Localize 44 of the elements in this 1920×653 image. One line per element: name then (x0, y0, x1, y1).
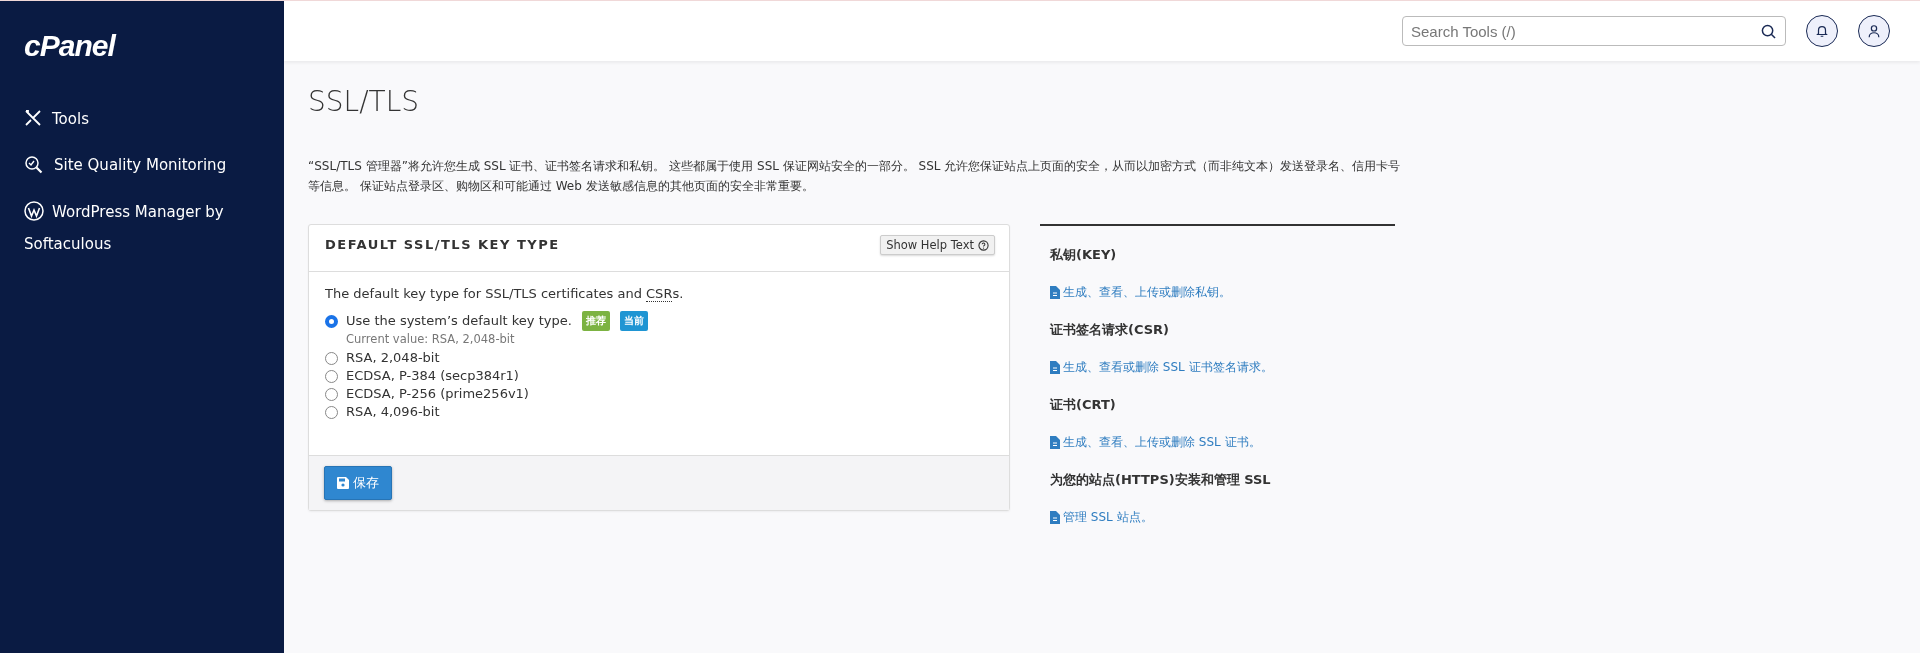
radio-button[interactable] (325, 351, 338, 365)
notification-button[interactable] (1806, 15, 1838, 47)
sidebar-item[interactable]: WordPress Manager by Softaculous (24, 195, 284, 260)
help-icon (978, 239, 989, 251)
document-icon (1050, 286, 1060, 299)
sidebar-item[interactable]: Tools (24, 103, 284, 135)
option-label: Use the system’s default key type. (346, 312, 572, 330)
document-icon (1050, 511, 1060, 524)
option-label: ECDSA, P-256 (prime256v1) (346, 385, 529, 403)
wordpress-icon (24, 201, 44, 221)
radio-button[interactable] (325, 405, 338, 419)
section-heading: 证书签名请求(CSR) (1050, 321, 1171, 339)
cpanel-logo[interactable]: cPanel (24, 29, 284, 63)
page-title: SSL/TLS (308, 85, 421, 118)
option-label: ECDSA, P-384 (secp384r1) (346, 367, 519, 385)
document-icon (1050, 436, 1060, 449)
save-button[interactable]: 保存 (324, 466, 392, 500)
tag: 推荐 (581, 311, 610, 331)
option-label: RSA, 4,096-bit (346, 403, 440, 421)
section-link[interactable]: 生成、查看、上传或删除 SSL 证书。 (1050, 434, 1385, 451)
document-icon (1050, 361, 1060, 374)
section-link[interactable]: 生成、查看、上传或删除私钥。 (1050, 284, 1385, 301)
radio-button[interactable] (325, 387, 338, 401)
show-help-button[interactable]: Show Help Text (880, 235, 995, 255)
magnifier-check-icon (24, 155, 44, 175)
radio-button[interactable] (325, 314, 338, 328)
section-heading: 证书(CRT) (1050, 396, 1117, 414)
intro-text: “SSL/TLS 管理器”将允许您生成 SSL 证书、证书签名请求和私钥。 这些都属于使用 SSL 保证网站安全的一部分。 SSL 允许您保证站点上页面的安全，从而以加密方式（而非纯文本）发送登录名、信用卡号等信息。 保证站点登录区、购物区和可能通过 Web 发送敏感信息的其他页面的安全非常重要。 (308, 158, 1402, 195)
user-button[interactable] (1858, 15, 1890, 47)
section-link[interactable]: 生成、查看或删除 SSL 证书签名请求。 (1050, 359, 1385, 376)
sidebar-item[interactable]: Site Quality Monitoring (24, 149, 284, 181)
current-value-note: Current value: RSA, 2,048-bit (346, 332, 516, 346)
section-heading: 私钥(KEY) (1050, 246, 1118, 264)
tag: 当前 (619, 311, 648, 331)
search-field[interactable]: Search Tools (/) (1402, 16, 1786, 46)
section-link[interactable]: 管理 SSL 站点。 (1050, 509, 1385, 526)
search-icon (1761, 24, 1776, 39)
card-title: DEFAULT SSL/TLS KEY TYPE (325, 237, 560, 252)
option-label: RSA, 2,048-bit (346, 349, 440, 367)
card-description: The default key type for SSL/TLS certificates and CSRs. (325, 286, 685, 301)
bell-icon (1815, 24, 1829, 38)
radio-button[interactable] (325, 369, 338, 383)
section-heading: 为您的站点(HTTPS)安装和管理 SSL (1050, 471, 1272, 489)
user-icon (1867, 24, 1881, 38)
